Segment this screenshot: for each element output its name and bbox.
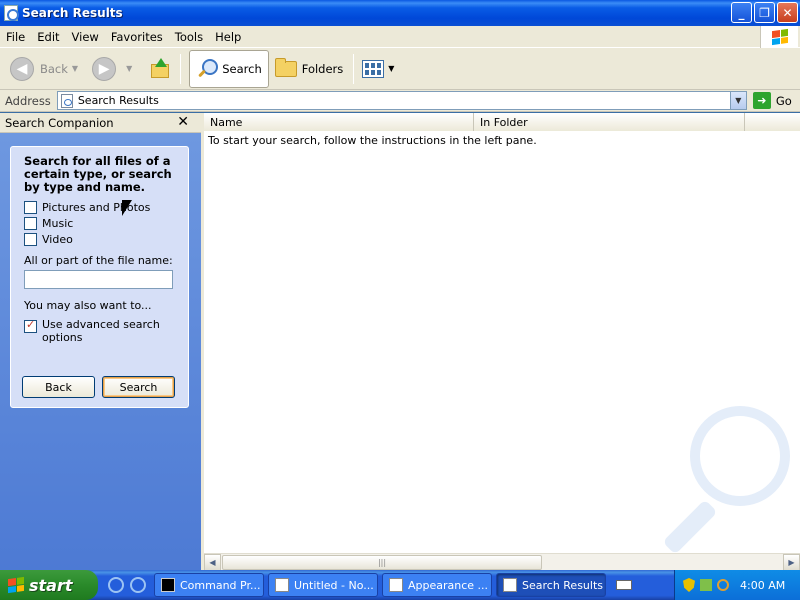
menu-bar: File Edit View Favorites Tools Help [0, 26, 800, 48]
video-label: Video [42, 232, 73, 246]
music-checkbox[interactable] [24, 216, 37, 230]
notepad-icon [275, 578, 289, 592]
close-pane-icon[interactable]: ✕ [177, 114, 189, 130]
menu-edit[interactable]: Edit [31, 30, 65, 44]
search-button[interactable]: Search [189, 49, 269, 88]
menu-view[interactable]: View [66, 30, 105, 44]
horizontal-scrollbar[interactable]: ◀ ||| ▶ [204, 553, 800, 571]
filename-input[interactable] [24, 270, 173, 289]
security-shield-icon[interactable] [683, 578, 695, 592]
title-bar[interactable]: Search Results _ ❐ ✕ [0, 0, 800, 26]
forward-dropdown-icon[interactable]: ▼ [126, 64, 132, 73]
toolbar: ◀ Back ▼ ▶ ▼ Search Folders ▼ [0, 48, 800, 90]
taskbar: start Command Pr... Untitled - No... App… [0, 570, 800, 600]
close-button[interactable]: ✕ [777, 2, 798, 23]
search-results-task-icon [503, 578, 517, 592]
search-results-icon [4, 5, 19, 21]
search-companion-title: Search Companion [5, 115, 114, 130]
search-companion-pane: Search Companion ✕ Search for all files … [0, 113, 201, 570]
system-tray: 4:00 AM [674, 570, 800, 600]
command-prompt-icon [161, 578, 175, 592]
clock[interactable]: 4:00 AM [740, 579, 785, 592]
empty-message: To start your search, follow the instruc… [208, 134, 537, 147]
menu-tools[interactable]: Tools [169, 30, 209, 44]
go-label: Go [775, 93, 792, 108]
search-watermark-icon [650, 406, 790, 555]
tray-search-icon[interactable] [717, 579, 729, 591]
internet-explorer-icon[interactable] [108, 577, 124, 593]
menu-favorites[interactable]: Favorites [105, 30, 169, 44]
task-appearance[interactable]: Appearance ... [382, 573, 492, 597]
option-video[interactable]: Video [24, 231, 175, 247]
advanced-checkbox-icon[interactable] [24, 318, 37, 333]
search-document-icon [60, 93, 73, 108]
search-companion-header: Search Companion ✕ [0, 113, 201, 133]
search-icon [196, 58, 219, 80]
scroll-right-icon[interactable]: ▶ [783, 553, 800, 571]
forward-arrow-icon: ▶ [92, 56, 117, 81]
search-label: Search [222, 61, 262, 76]
scroll-left-icon[interactable]: ◀ [204, 553, 221, 571]
companion-search-button[interactable]: Search [102, 376, 175, 398]
option-pictures[interactable]: Pictures and Photos [24, 199, 175, 215]
results-header: Name In Folder [204, 113, 800, 131]
pictures-label: Pictures and Photos [42, 200, 151, 214]
advanced-label: Use advanced search options [42, 318, 160, 344]
go-arrow-icon: ➜ [752, 92, 771, 109]
up-folder-icon[interactable] [148, 57, 170, 80]
address-input[interactable]: Search Results ▼ [56, 91, 747, 110]
scroll-thumb[interactable]: ||| [222, 554, 542, 570]
folders-label: Folders [301, 61, 344, 76]
results-pane: Name In Folder To start your search, fol… [201, 113, 800, 571]
views-button[interactable]: ▼ [358, 51, 404, 87]
option-music[interactable]: Music [24, 215, 175, 231]
advanced-search-option[interactable]: Use advanced search options [24, 318, 175, 344]
music-label: Music [42, 216, 74, 230]
folders-button[interactable]: Folders [269, 51, 350, 87]
address-dropdown-icon[interactable]: ▼ [729, 92, 746, 109]
menu-file[interactable]: File [0, 30, 31, 44]
address-bar: Address Search Results ▼ ➜ Go [0, 90, 800, 112]
address-value: Search Results [77, 94, 159, 107]
column-in-folder[interactable]: In Folder [474, 113, 745, 131]
go-button[interactable]: ➜ Go [752, 92, 792, 109]
mouse-cursor-icon [122, 200, 132, 216]
minimize-button[interactable]: _ [731, 2, 752, 23]
also-label: You may also want to... [24, 299, 152, 312]
forward-button[interactable]: ▶ ▼ [88, 51, 142, 87]
address-label: Address [5, 93, 51, 108]
views-icon [362, 59, 385, 78]
video-checkbox[interactable] [24, 232, 37, 246]
search-card: Search for all files of a certain type, … [10, 146, 189, 408]
start-label: start [29, 575, 73, 595]
task-notepad[interactable]: Untitled - No... [268, 573, 378, 597]
show-desktop-icon[interactable] [130, 577, 146, 593]
windows-logo [760, 26, 798, 48]
filename-label: All or part of the file name: [24, 254, 173, 267]
start-button[interactable]: start [0, 570, 98, 600]
quick-launch [108, 577, 146, 593]
keyboard-icon[interactable] [616, 580, 632, 590]
maximize-button[interactable]: ❐ [754, 2, 775, 23]
pictures-checkbox[interactable] [24, 200, 37, 214]
task-command-prompt[interactable]: Command Pr... [154, 573, 264, 597]
windows-flag-icon [8, 576, 24, 594]
companion-back-button[interactable]: Back [22, 376, 95, 398]
back-dropdown-icon[interactable]: ▼ [72, 64, 78, 73]
menu-help[interactable]: Help [209, 30, 247, 44]
back-button[interactable]: ◀ Back ▼ [6, 51, 88, 87]
window-title: Search Results [22, 6, 123, 20]
back-label: Back [40, 61, 68, 76]
network-icon[interactable] [700, 579, 712, 591]
back-arrow-icon: ◀ [10, 56, 34, 81]
column-name[interactable]: Name [204, 113, 474, 131]
appearance-icon [389, 578, 403, 592]
views-dropdown-icon[interactable]: ▼ [388, 64, 394, 73]
search-heading: Search for all files of a certain type, … [24, 154, 172, 194]
folder-icon [274, 57, 297, 77]
task-search-results[interactable]: Search Results [496, 573, 606, 597]
